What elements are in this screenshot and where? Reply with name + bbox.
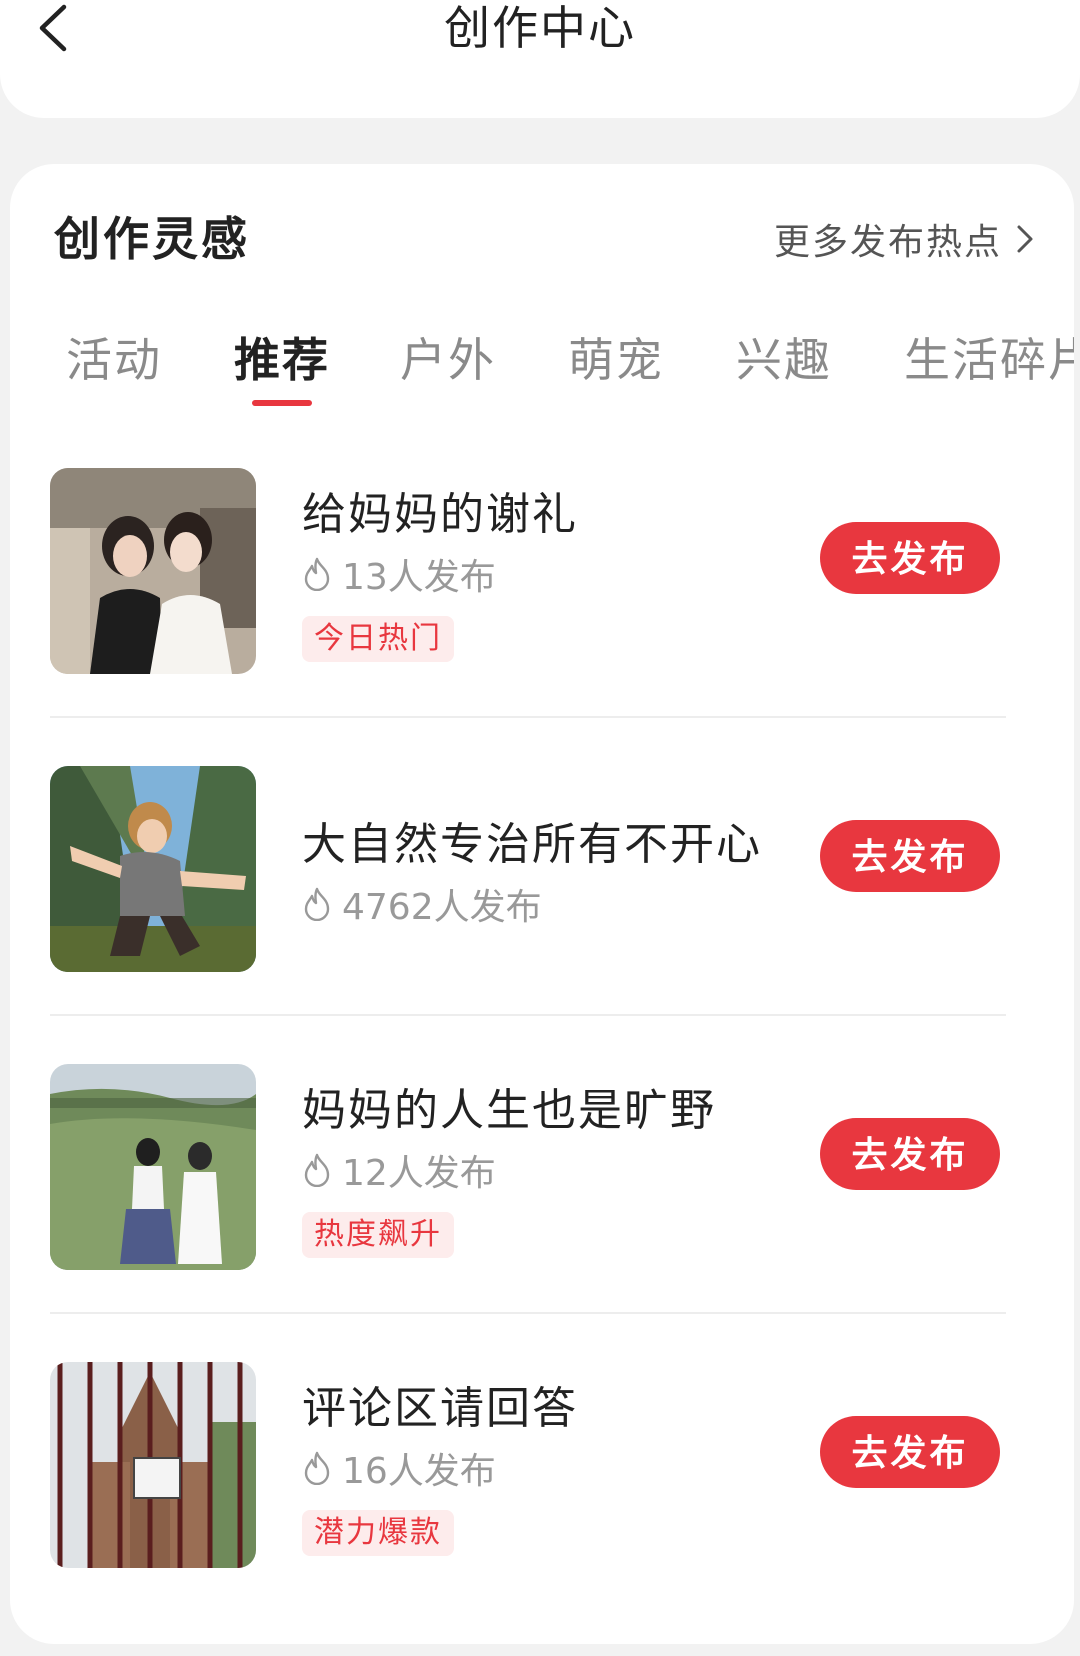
tab-interests[interactable]: 兴趣 bbox=[736, 320, 832, 400]
publish-count-text: 16人发布 bbox=[342, 1451, 496, 1492]
more-link-label: 更多发布热点 bbox=[773, 222, 1002, 263]
topic-thumbnail[interactable] bbox=[50, 1362, 256, 1568]
publish-button[interactable]: 去发布 bbox=[820, 1416, 1000, 1488]
tab-activity[interactable]: 活动 bbox=[66, 320, 162, 400]
topic-thumbnail[interactable] bbox=[50, 1064, 256, 1270]
publish-count: 12人发布 bbox=[302, 1144, 496, 1196]
tab-label: 生活碎片 bbox=[904, 333, 1074, 387]
status-badge: 潜力爆款 bbox=[302, 1510, 454, 1556]
category-tabs: 活动 推荐 户外 萌宠 兴趣 生活碎片 bbox=[10, 320, 1074, 410]
topic-thumbnail[interactable] bbox=[50, 468, 256, 674]
flame-icon bbox=[302, 1153, 334, 1187]
publish-button[interactable]: 去发布 bbox=[820, 1118, 1000, 1190]
more-hot-topics-link[interactable]: 更多发布热点 bbox=[774, 204, 1034, 274]
status-badge: 热度飙升 bbox=[302, 1212, 454, 1258]
chevron-right-icon bbox=[1016, 224, 1034, 254]
publish-button[interactable]: 去发布 bbox=[820, 522, 1000, 594]
list-item: 评论区请回答 16人发布 潜力爆款 去发布 bbox=[10, 1358, 1074, 1656]
tab-label: 活动 bbox=[66, 333, 162, 387]
divider bbox=[50, 1014, 1006, 1016]
active-tab-indicator bbox=[252, 400, 312, 406]
tab-label: 推荐 bbox=[234, 333, 330, 387]
top-navigation-bar: 创作中心 bbox=[0, 0, 1080, 118]
publish-count: 4762人发布 bbox=[302, 878, 542, 930]
topic-title: 评论区请回答 bbox=[302, 1383, 578, 1434]
topic-title: 大自然专治所有不开心 bbox=[302, 819, 762, 870]
tab-outdoor[interactable]: 户外 bbox=[400, 320, 496, 400]
topic-thumbnail[interactable] bbox=[50, 766, 256, 972]
tab-label: 兴趣 bbox=[736, 333, 832, 387]
status-badge: 今日热门 bbox=[302, 616, 454, 662]
topic-title: 妈妈的人生也是旷野 bbox=[302, 1085, 716, 1136]
publish-count-text: 4762人发布 bbox=[342, 887, 542, 928]
tab-life-fragments[interactable]: 生活碎片 bbox=[904, 320, 1074, 400]
publish-count-text: 13人发布 bbox=[342, 557, 496, 598]
publish-count: 16人发布 bbox=[302, 1442, 496, 1494]
tab-recommended[interactable]: 推荐 bbox=[234, 320, 330, 406]
publish-count-text: 12人发布 bbox=[342, 1153, 496, 1194]
section-title: 创作灵感 bbox=[54, 212, 250, 266]
divider bbox=[50, 1312, 1006, 1314]
page-title: 创作中心 bbox=[444, 1, 636, 55]
flame-icon bbox=[302, 887, 334, 921]
tab-label: 户外 bbox=[400, 333, 496, 387]
tab-label: 萌宠 bbox=[568, 333, 664, 387]
tab-pets[interactable]: 萌宠 bbox=[568, 320, 664, 400]
flame-icon bbox=[302, 1451, 334, 1485]
topic-title: 给妈妈的谢礼 bbox=[302, 489, 578, 540]
flame-icon bbox=[302, 557, 334, 591]
section-header: 创作灵感 更多发布热点 bbox=[54, 204, 1034, 274]
creation-inspiration-card: 创作灵感 更多发布热点 活动 推荐 户外 萌宠 兴趣 生活碎片 给妈妈的谢礼 1… bbox=[10, 164, 1074, 1644]
publish-count: 13人发布 bbox=[302, 548, 496, 600]
publish-button[interactable]: 去发布 bbox=[820, 820, 1000, 892]
divider bbox=[50, 716, 1006, 718]
